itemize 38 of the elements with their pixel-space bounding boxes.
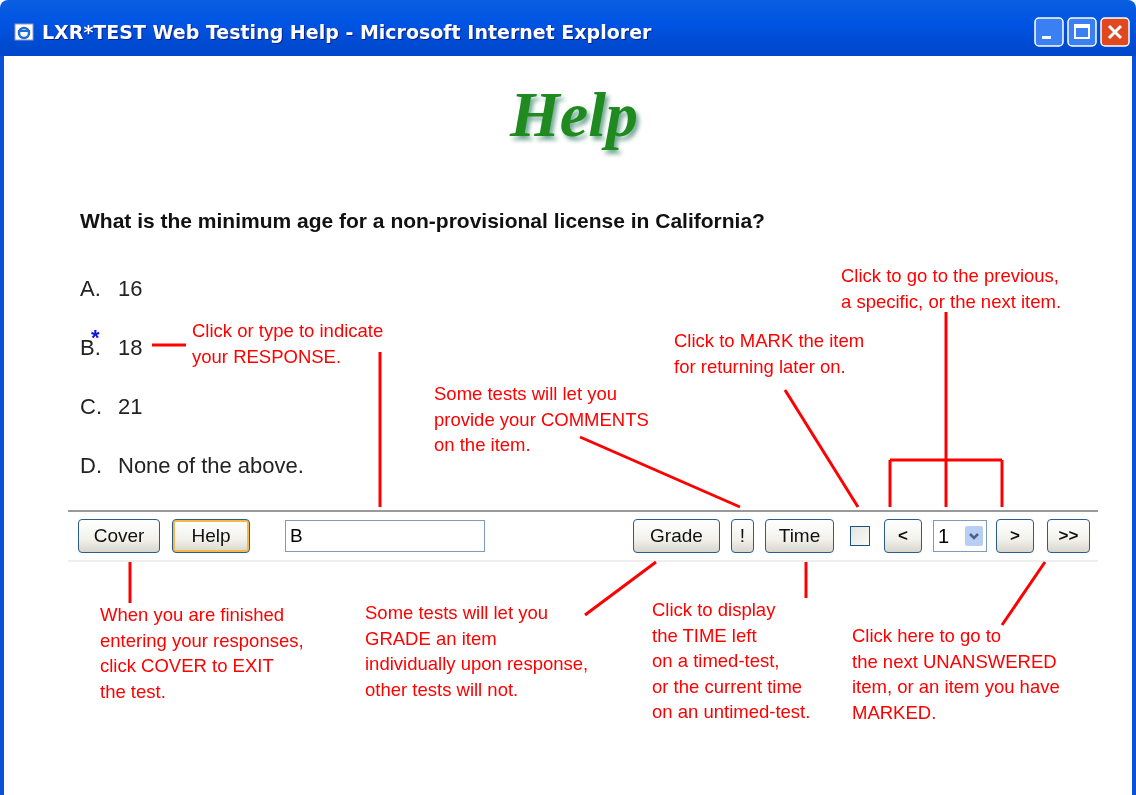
question-text: What is the minimum age for a non-provisional license in California? [80,208,766,234]
answer-text[interactable]: 18 [118,334,143,361]
callout-note: Click here to go to the next UNANSWERED item, or an item you have MARKED. [852,624,1060,725]
help-logo: Help [510,78,638,152]
maximize-icon[interactable] [1067,17,1097,47]
callout-note: Click to go to the previous, a specific, or the next item. [841,264,1062,314]
answer-text[interactable]: 21 [118,393,143,420]
browser-icon [14,22,34,42]
answer-letter[interactable]: D. [80,452,118,479]
toolbar-button[interactable]: Grade [633,519,720,553]
answer-letter[interactable]: A. [80,275,118,302]
leader-line [804,562,808,598]
close-icon[interactable] [1100,17,1130,47]
leader-line [1000,561,1047,626]
leader-line [152,343,186,347]
answer-letter[interactable]: C. [80,393,118,420]
toolbar-button[interactable]: Cover [78,519,160,553]
response-field[interactable]: B [285,520,485,552]
callout-note: Some tests will let you provide your COMMENTS on the item. [434,382,649,457]
toolbar-button[interactable]: Time [765,519,834,553]
window-title: LXR*TEST Web Testing Help - Microsoft Internet Explorer [42,21,653,43]
callout-note: Some tests will let you GRADE an item individually upon response, other tests will not. [365,601,589,702]
next-button[interactable]: > [996,519,1034,553]
minimize-icon[interactable] [1034,17,1064,47]
callout-note: Click to MARK the item for returning later on. [674,329,865,379]
toolbar-button[interactable]: ! [731,519,754,553]
callout-note: Click to display the TIME left on a timed-test, or the current time on an untimed-test. [652,598,811,724]
toolbar-button[interactable]: Help [172,519,250,553]
leader-line [128,562,132,603]
previous-button[interactable]: < [884,519,922,553]
answer-text[interactable]: None of the above. [118,452,304,479]
callout-note: Click or type to indicate your RESPONSE. [192,319,384,369]
caret-icon[interactable] [965,526,983,546]
item-select[interactable]: 1 [933,520,987,552]
next-unanswered-button[interactable]: >> [1047,519,1090,553]
answer-text[interactable]: 16 [118,275,143,302]
mark-checkbox[interactable] [850,526,870,546]
callout-note: When you are finished entering your responses, click COVER to EXIT the test. [100,603,304,704]
